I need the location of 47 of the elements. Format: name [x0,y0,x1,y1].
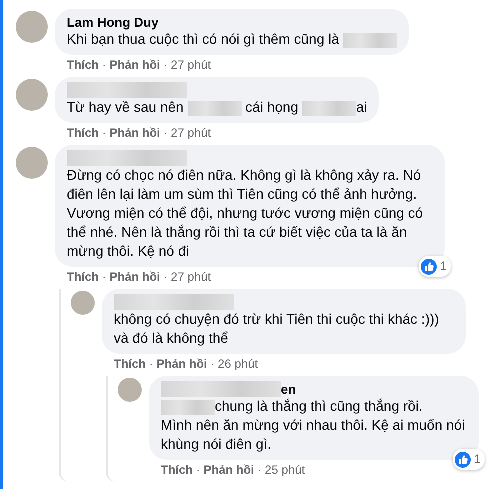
separator-dot: · [210,357,215,371]
blurred-patch [161,400,215,415]
comment-text-part: Đừng có chọc nó điên nữa. Không gì là không xảy ra. Nó điên lên lại làm um sùm thì Tiên cũng có thể ảnh hưởng. Vương miện có thể đội, nhưng tước vương miện cũng có thể nhé. Nên là thắng rồi thì ta cứ biết việc của ta là ăn mừng thôi. Kệ nó đi [67,167,424,259]
separator-dot: · [102,58,106,72]
like-link[interactable]: Thích [67,126,99,140]
reply-link[interactable]: Phản hồi [204,463,254,477]
comment-text-part: cái họng [244,99,300,115]
reply-link[interactable]: Phản hồi [110,58,160,72]
reply-link[interactable]: Phản hồi [110,270,160,284]
reaction-badge[interactable]: 1 [453,449,485,470]
timestamp: 27 phút [171,270,212,284]
separator-dot: · [164,126,168,140]
blurred-patch [188,100,242,116]
separator-dot: · [164,270,168,284]
timestamp: 25 phút [265,463,306,477]
comment-text-part: Khi bạn thua cuộc thì có nói gì thêm cũng là [67,31,340,47]
avatar[interactable] [16,79,48,111]
comment-text-part: chung là thắng thì cũng thắng rồi. [215,398,423,414]
like-link[interactable]: Thích [67,58,99,72]
avatar[interactable] [16,147,48,179]
timestamp: 27 phút [171,126,212,140]
comment-text-part: ai [356,99,368,115]
reaction-badge[interactable]: 1 [419,256,451,277]
reply-link[interactable]: Phản hồi [110,126,160,140]
separator-dot: · [164,58,168,72]
separator-dot: · [102,126,106,140]
avatar[interactable] [71,291,95,315]
like-icon [421,258,438,274]
separator-dot: · [196,463,200,477]
separator-dot: · [258,463,262,477]
comment-text-part: Lam Hong Duy [67,14,159,32]
comment-text-part: không có chuyện đó trừ khi Tiên thi cuộc thi khác :))) và đó là không thể [114,311,440,346]
avatar[interactable] [118,378,142,402]
like-icon [455,452,472,468]
avatar[interactable] [16,11,48,43]
separator-dot: · [149,357,154,371]
separator-dot: · [102,270,106,284]
blurred-patch [343,32,398,48]
timestamp: 26 phút [218,357,258,371]
reply-link[interactable]: Phản hồi [156,357,208,371]
timestamp: 27 phút [171,58,212,72]
like-link[interactable]: Thích [114,357,146,371]
comment-text-part: en [281,380,296,398]
comment-text-part: Từ hay về sau nên [67,99,185,115]
blurred-patch [302,100,356,116]
like-link[interactable]: Thích [161,463,193,477]
like-link[interactable]: Thích [67,270,99,284]
